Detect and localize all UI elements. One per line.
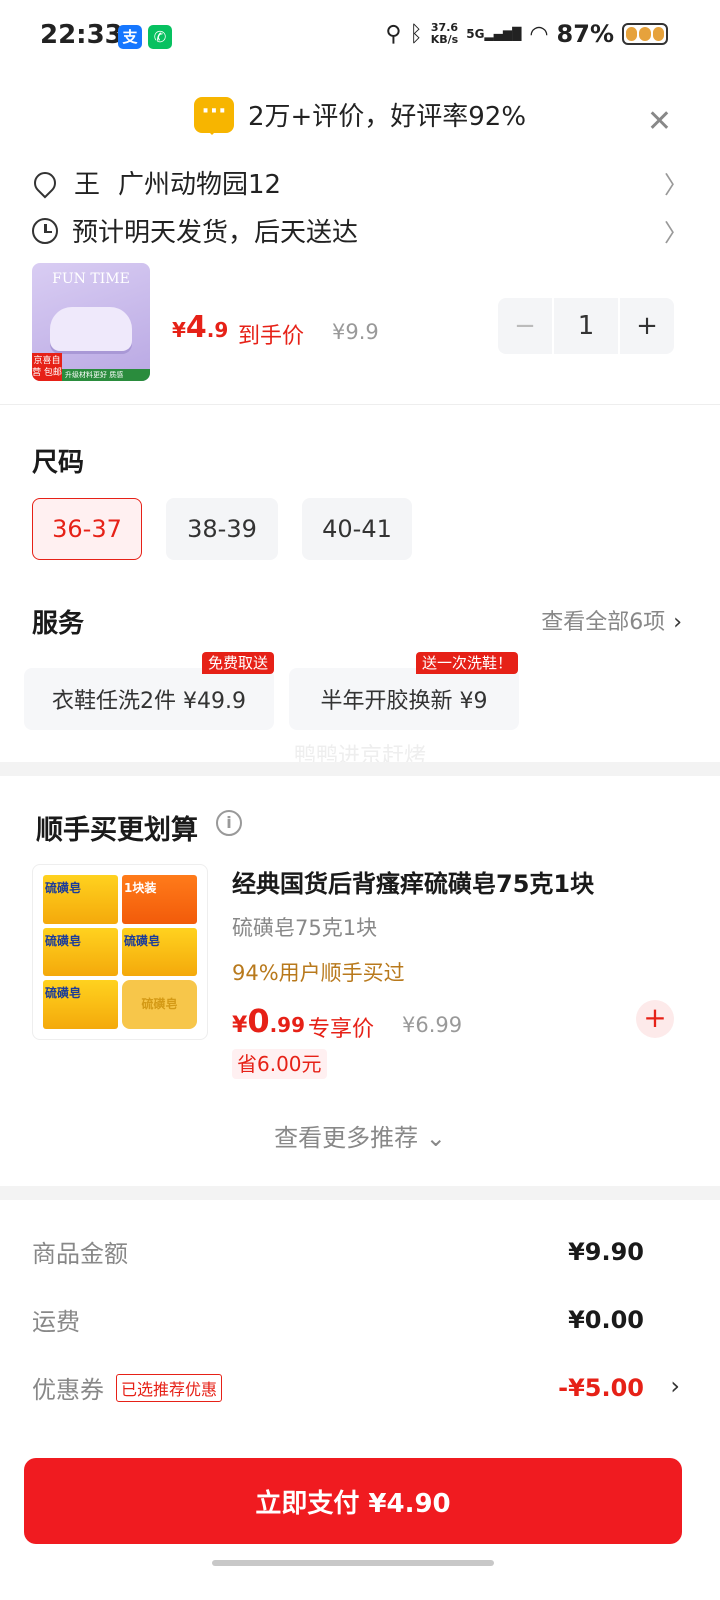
add-to-order-button[interactable]: +: [636, 1000, 674, 1038]
decrease-button[interactable]: −: [498, 298, 552, 354]
price-label: 到手价: [238, 324, 305, 349]
soap-box: 硫磺皂: [43, 927, 118, 977]
service-card-replace[interactable]: 半年开胶换新 ¥9: [289, 668, 519, 730]
slipper-image: [50, 307, 132, 351]
delivery-row[interactable]: 预计明天发货，后天送达 〉: [32, 212, 688, 249]
upsell-popularity: 94%用户顺手买过: [232, 961, 405, 985]
goods-amount-value: ¥9.90: [568, 1237, 644, 1266]
info-icon[interactable]: i: [216, 810, 242, 836]
battery-percent: 87%: [556, 20, 614, 48]
upsell-price-label: 专享价: [308, 1017, 375, 1042]
location-icon: ⚲: [385, 21, 402, 47]
soap-box: 硫磺皂: [122, 927, 197, 977]
soap-box: 1块装: [122, 875, 197, 924]
service-title: 服务: [32, 609, 85, 639]
upsell-title: 顺手买更划算: [36, 815, 198, 846]
see-more-recommendations[interactable]: 查看更多推荐 ⌄: [0, 1118, 720, 1153]
price-decimal: .9: [206, 318, 229, 342]
size-option-40-41[interactable]: 40-41: [302, 498, 412, 560]
chevron-right-icon: 〉: [664, 219, 688, 247]
divider: [0, 404, 720, 405]
clock-icon: [32, 217, 58, 244]
status-time: 22:33: [40, 20, 123, 50]
size-title: 尺码: [32, 448, 85, 478]
checkout-screen: 22:33 支 ✆ ⚲ ᛒ 37.6 KB/s 5G▂▄▆█ ◠ 87% ···…: [0, 0, 720, 1600]
home-indicator[interactable]: [212, 1560, 494, 1566]
upsell-price: ¥0.99: [232, 1002, 305, 1040]
wifi-icon: ◠: [529, 21, 549, 47]
chevron-right-icon: 〉: [664, 171, 688, 199]
location-pin-icon: [29, 166, 61, 199]
bluetooth-icon: ᛒ: [409, 21, 423, 47]
network-type: 5G: [466, 27, 485, 41]
service-badge: 免费取送: [202, 652, 275, 674]
product-price: ¥4.9: [172, 310, 228, 345]
section-gap: [0, 1186, 720, 1200]
soap-bar: 硫磺皂: [122, 980, 197, 1029]
delivery-text: 预计明天发货，后天送达: [72, 218, 359, 248]
upsell-product-spec: 硫磺皂75克1块: [232, 916, 378, 940]
chevron-right-icon[interactable]: ›: [670, 1372, 680, 1400]
net-speed-unit: KB/s: [430, 33, 459, 46]
chevron-right-icon: ›: [673, 610, 682, 635]
price-integer: 4: [185, 310, 207, 345]
rating-banner: ··· 2万+评价，好评率92%: [0, 96, 720, 135]
price-decimal: .99: [269, 1013, 306, 1037]
status-indicators: ⚲ ᛒ 37.6 KB/s 5G▂▄▆█ ◠ 87%: [385, 20, 668, 48]
coupon-label: 优惠券: [32, 1376, 104, 1404]
upsell-original-price: ¥6.99: [402, 1013, 463, 1037]
soap-box: 硫磺皂: [43, 980, 118, 1029]
see-all-services-link[interactable]: 查看全部6项 ›: [541, 604, 682, 636]
wechat-icon: ✆: [148, 25, 172, 49]
original-price: ¥9.9: [332, 320, 379, 344]
thumb-tag: 京喜自营 包邮: [32, 353, 62, 381]
thumb-strip: 升级材料更好 质感: [62, 369, 150, 381]
section-gap: [0, 762, 720, 776]
goods-amount-row: 商品金额 ¥9.90: [32, 1234, 644, 1269]
shipping-value: ¥0.00: [568, 1305, 644, 1334]
goods-amount-label: 商品金额: [32, 1240, 128, 1268]
service-badge: 送一次洗鞋！: [416, 652, 519, 674]
coupon-value: -¥5.00: [558, 1373, 644, 1402]
savings-badge: 省6.00元: [232, 1049, 327, 1079]
price-integer: 0: [247, 1002, 270, 1040]
battery-icon: [622, 23, 668, 45]
see-all-label: 查看全部6项: [541, 610, 666, 635]
size-option-38-39[interactable]: 38-39: [166, 498, 278, 560]
quantity-value[interactable]: 1: [554, 298, 618, 354]
service-card-wash[interactable]: 衣鞋任洗2件 ¥49.9: [24, 668, 274, 730]
rating-text: 2万+评价，好评率92%: [247, 102, 527, 132]
address-text: 广州动物园12: [118, 170, 282, 200]
close-icon[interactable]: ✕: [647, 104, 672, 139]
chat-bubble-icon: ···: [193, 96, 234, 135]
shipping-label: 运费: [32, 1308, 80, 1336]
recipient-name: 王: [74, 170, 101, 200]
coupon-tag: 已选推荐优惠: [116, 1373, 223, 1402]
service-label: 半年开胶换新 ¥9: [320, 689, 488, 714]
pay-now-button[interactable]: 立即支付 ¥4.90: [24, 1458, 682, 1544]
price-currency: ¥: [232, 1013, 248, 1038]
address-row[interactable]: 王 广州动物园12 〉: [29, 164, 688, 201]
signal-icon: 5G▂▄▆█: [466, 27, 522, 41]
quantity-stepper: − 1 +: [498, 298, 674, 354]
soap-product-image[interactable]: 硫磺皂 1块装 硫磺皂 硫磺皂 硫磺皂 硫磺皂: [32, 864, 208, 1040]
product-thumbnail[interactable]: FUN TIME 京喜自营 包邮 升级材料更好 质感: [32, 263, 150, 381]
price-currency: ¥: [172, 318, 186, 342]
service-label: 衣鞋任洗2件 ¥49.9: [52, 689, 246, 714]
increase-button[interactable]: +: [620, 298, 674, 354]
thumb-caption: FUN TIME: [52, 271, 130, 287]
upsell-product-name[interactable]: 经典国货后背瘙痒硫磺皂75克1块: [232, 864, 594, 899]
net-speed: 37.6 KB/s: [431, 22, 458, 46]
alipay-icon: 支: [118, 25, 142, 49]
size-option-36-37[interactable]: 36-37: [32, 498, 142, 560]
soap-box: 硫磺皂: [43, 875, 118, 924]
coupon-row[interactable]: 优惠券 已选推荐优惠 -¥5.00: [32, 1370, 644, 1405]
shipping-row: 运费 ¥0.00: [32, 1302, 644, 1337]
